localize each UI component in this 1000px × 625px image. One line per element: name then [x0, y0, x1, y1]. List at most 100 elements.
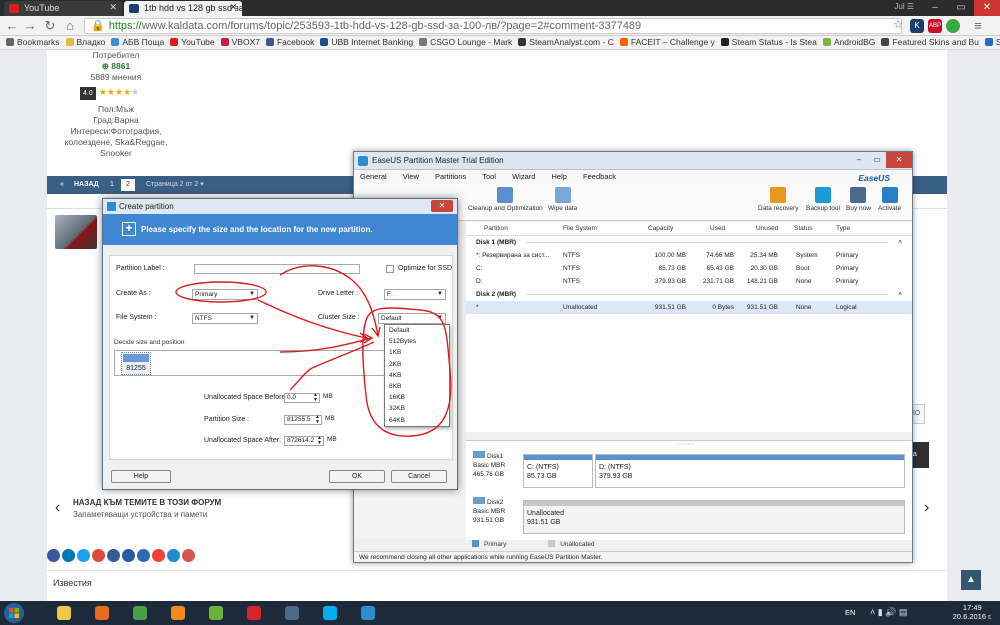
maximize-icon[interactable]: ▭ — [948, 0, 974, 16]
unallocated-block[interactable]: Unallocated 931.51 GB — [523, 500, 905, 534]
create-as-select[interactable]: Primary ▼ — [192, 289, 258, 300]
bookmark-item[interactable]: YouTube — [170, 36, 215, 49]
clock[interactable]: 17:49 20.6.2016 г. — [953, 603, 992, 621]
col-capacity[interactable]: Capacity — [648, 225, 673, 232]
spinner-arrows-icon[interactable]: ▲ ▼ — [315, 415, 320, 425]
maximize-icon[interactable]: ▭ — [868, 152, 886, 168]
tab-kaldata[interactable]: 1tb hdd vs 128 gb ssd за ✕ — [124, 1, 242, 16]
taskbar-app-explorer[interactable] — [48, 603, 80, 623]
bookmark-item[interactable]: Facebook — [265, 36, 314, 49]
star-icon[interactable]: ☆ — [890, 18, 906, 34]
col-type[interactable]: Type — [836, 225, 850, 232]
collapse-icon[interactable]: ˄ — [898, 236, 902, 249]
social-share-icon[interactable] — [62, 549, 75, 562]
cluster-option[interactable]: 64KB — [385, 415, 449, 426]
wipe-data-button[interactable]: Wipe data — [548, 187, 577, 212]
cluster-option[interactable]: Default — [385, 325, 449, 336]
taskbar-app-steam[interactable] — [276, 603, 308, 623]
data-recovery-button[interactable]: Data recovery — [758, 187, 798, 212]
cluster-option[interactable]: 512Bytes — [385, 336, 449, 347]
chevron-left-icon[interactable]: ‹ — [55, 499, 60, 517]
menu-feedback[interactable]: Feedback — [583, 172, 616, 181]
profile-name[interactable]: Jul ☰ — [894, 2, 914, 11]
cluster-option[interactable]: 32KB — [385, 403, 449, 414]
menu-wizard[interactable]: Wizard — [512, 172, 535, 181]
home-icon[interactable]: ⌂ — [62, 18, 78, 34]
scroll-to-top-button[interactable]: ▲ — [961, 570, 981, 590]
prev-page-button[interactable]: НАЗАД — [69, 179, 104, 191]
table-row[interactable]: C: NTFS 85.73 GB 65.43 GB 20.30 GB Boot Primar… — [466, 262, 912, 275]
bookmark-item[interactable]: Steam Status - Is Stea — [720, 36, 817, 49]
social-share-icon[interactable] — [137, 549, 150, 562]
reload-icon[interactable]: ↻ — [42, 18, 58, 34]
file-system-select[interactable]: NTFS ▼ — [192, 313, 258, 324]
col-status[interactable]: Status — [794, 225, 812, 232]
table-row[interactable]: * Unallocated 931.51 GB 0 Bytes 931.51 GB Non… — [466, 301, 912, 314]
taskbar-app-opera[interactable] — [238, 603, 270, 623]
cluster-option[interactable]: 16KB — [385, 392, 449, 403]
forward-icon[interactable]: → — [22, 18, 38, 34]
col-filesystem[interactable]: File System — [563, 225, 597, 232]
bookmark-item[interactable]: AndroidBG — [822, 36, 875, 49]
page-1-link[interactable]: 1 — [105, 179, 119, 191]
cluster-size-select[interactable]: Default ▼ — [378, 313, 446, 324]
menu-general[interactable]: General — [360, 172, 387, 181]
adblock-extension-icon[interactable]: ABP — [928, 19, 942, 33]
partition-size-block[interactable]: 81255 — [121, 352, 151, 375]
taskbar-app-media[interactable] — [86, 603, 118, 623]
social-share-icon[interactable] — [47, 549, 60, 562]
col-partition[interactable]: Partition — [484, 225, 508, 232]
bookmark-item[interactable]: UBB Internet Banking — [320, 36, 413, 49]
minimize-icon[interactable]: – — [850, 152, 868, 168]
social-share-icon[interactable] — [122, 549, 135, 562]
col-unused[interactable]: Unused — [756, 225, 778, 232]
table-row[interactable]: D: NTFS 379.93 GB 231.71 GB 148.21 GB None Pri… — [466, 275, 912, 288]
kaldata-extension-icon[interactable]: K — [910, 19, 924, 33]
social-share-icon[interactable] — [107, 549, 120, 562]
back-icon[interactable]: ← — [4, 18, 20, 34]
social-share-icon[interactable] — [77, 549, 90, 562]
language-indicator[interactable]: EN — [845, 608, 855, 617]
bookmark-item[interactable]: SteamAnalyst.com - C — [518, 36, 614, 49]
spinner-arrows-icon[interactable]: ▲ ▼ — [313, 393, 318, 403]
splitter-handle[interactable]: ········ — [676, 441, 695, 448]
social-share-icon[interactable] — [92, 549, 105, 562]
page-info-dropdown[interactable]: Страница 2 от 2 ▾ — [141, 179, 209, 191]
taskbar-app-utorrent[interactable] — [200, 603, 232, 623]
menu-help[interactable]: Help — [552, 172, 567, 181]
taskbar-app-chrome[interactable] — [124, 603, 156, 623]
bookmark-item[interactable]: АБВ Поща — [111, 36, 164, 49]
disk1-info[interactable]: Disk1 Basic MBR 465.76 GB — [471, 451, 521, 489]
green-extension-icon[interactable] — [946, 19, 960, 33]
close-window-icon[interactable]: ✕ — [974, 0, 1000, 16]
bookmark-item[interactable]: Владко — [65, 36, 105, 49]
back-to-topics-link[interactable]: ‹ НАЗАД КЪМ ТЕМИТЕ В ТОЗИ ФОРУМ Запаметя… — [55, 498, 355, 519]
social-share-icon[interactable] — [152, 549, 165, 562]
table-row[interactable]: *: Резервирана за сист... NTFS 100.00 MB 74… — [466, 249, 912, 262]
menu-partitions[interactable]: Partitions — [435, 172, 466, 181]
menu-view[interactable]: View — [403, 172, 419, 181]
partition-c-block[interactable]: C: (NTFS) 85.73 GB — [523, 454, 593, 488]
disk2-group[interactable]: Disk 2 (MBR) ˄ — [466, 288, 912, 301]
cleanup-button[interactable]: Cleanup and Optimization — [468, 187, 543, 212]
cluster-option[interactable]: 4KB — [385, 370, 449, 381]
buy-now-button[interactable]: Buy now — [846, 187, 871, 212]
bookmark-item[interactable]: VBOX7 — [220, 36, 260, 49]
drive-letter-select[interactable]: F: ▼ — [384, 289, 446, 300]
tab-youtube[interactable]: YouTube ✕ — [4, 1, 122, 16]
chevron-right-icon[interactable]: › — [924, 499, 929, 517]
col-used[interactable]: Used — [710, 225, 725, 232]
tray-icons[interactable]: ˄ ▮ 🔊 ▤ — [870, 607, 907, 618]
disk1-group[interactable]: Disk 1 (MBR) ˄ — [466, 236, 912, 249]
taskbar-app-skype[interactable] — [314, 603, 346, 623]
cluster-option[interactable]: 2KB — [385, 359, 449, 370]
close-icon[interactable]: ✕ — [109, 2, 117, 13]
cluster-option[interactable]: 1KB — [385, 347, 449, 358]
bookmark-item[interactable]: CSGO Lounge - Mark — [419, 36, 512, 49]
activate-button[interactable]: Activate — [878, 187, 901, 212]
menu-icon[interactable]: ≡ — [970, 18, 986, 34]
spinner-arrows-icon[interactable]: ▲ ▼ — [317, 436, 322, 446]
social-share-icon[interactable] — [182, 549, 195, 562]
bookmark-item[interactable]: FACEIT – Challenge y — [619, 36, 715, 49]
url-input[interactable]: 🔒 https://www.kaldata.com/forums/topic/25… — [84, 18, 902, 34]
